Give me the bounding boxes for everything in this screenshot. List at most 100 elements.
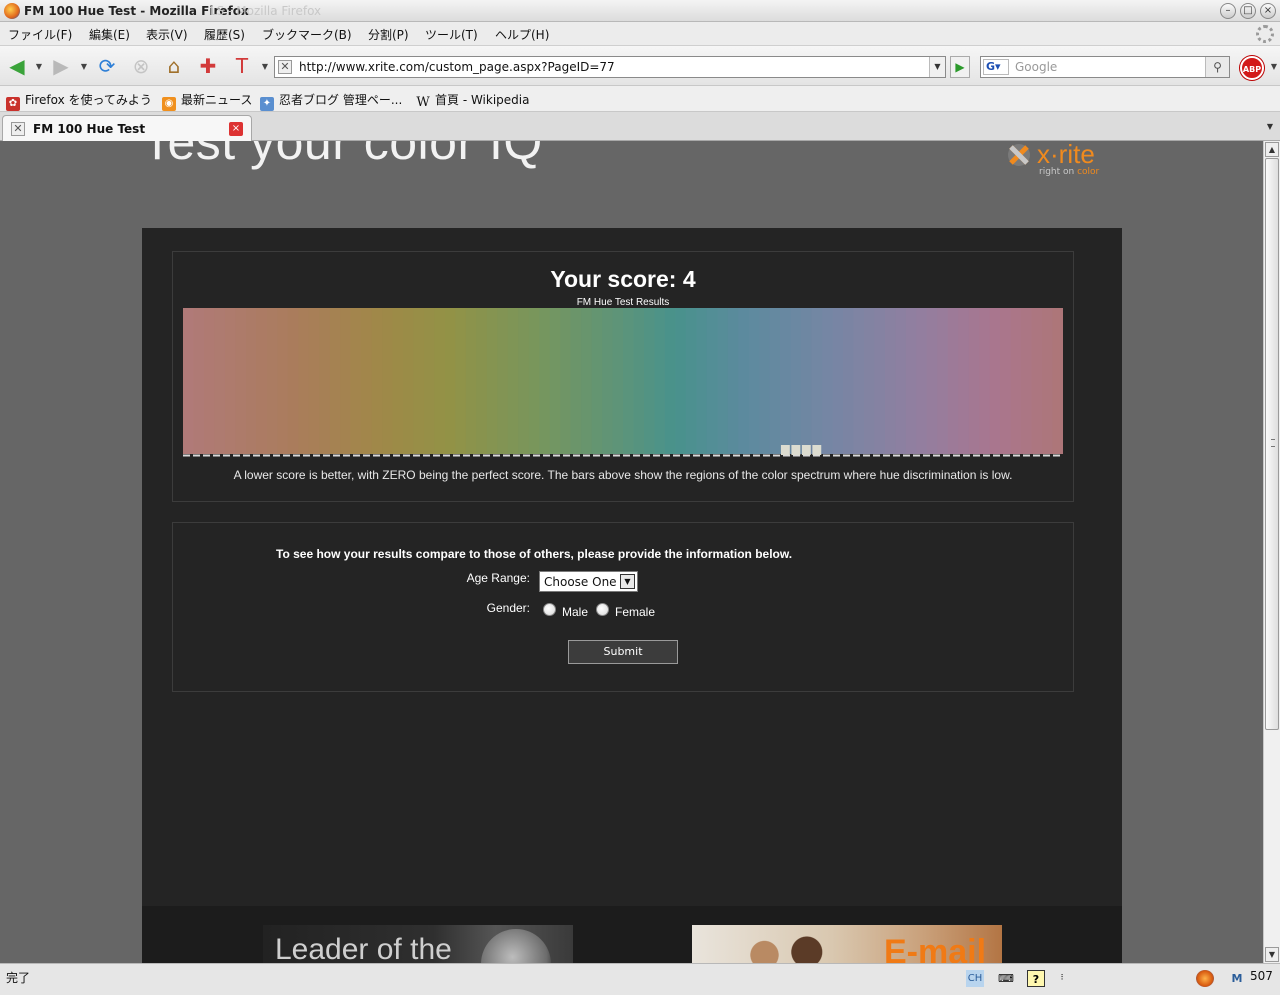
close-window-button[interactable]: × [1260, 3, 1276, 19]
url-bar[interactable]: ✕ http://www.xrite.com/custom_page.aspx?… [274, 56, 946, 78]
window-title-bar: FM 100 Hue Test - Mozilla Firefox LS - M… [0, 0, 1280, 22]
hue-cap-swatch [853, 308, 865, 454]
site-favicon-icon: ✕ [278, 60, 292, 74]
gender-label: Gender: [486, 601, 530, 615]
mail-count: 507 [1250, 969, 1273, 983]
bookmark-ninja-blog[interactable]: ✦ 忍者ブログ 管理ペー... [260, 91, 402, 111]
scroll-thumb[interactable] [1265, 158, 1279, 730]
email-ad-banner[interactable]: E-mail [692, 925, 1002, 963]
hue-spectrum-chart [183, 308, 1063, 457]
tab-bar: ✕ FM 100 Hue Test × ▼ [0, 112, 1280, 141]
forward-icon[interactable]: ▶ [48, 54, 74, 78]
hue-cap-swatch [193, 308, 205, 454]
hue-cap-swatch [298, 308, 310, 454]
menu-view[interactable]: 表示(V) [146, 26, 188, 43]
hue-cap-swatch [203, 308, 216, 454]
hue-cap-swatch [738, 308, 750, 454]
menu-bar: ファイル(F) 編集(E) 表示(V) 履歴(S) ブックマーク(B) 分割(P… [0, 22, 1280, 46]
mail-icon[interactable]: M [1228, 970, 1246, 987]
scroll-down-button[interactable]: ▼ [1265, 947, 1279, 962]
tab-fm-100-hue-test[interactable]: ✕ FM 100 Hue Test × [2, 115, 252, 141]
ime-options-icon[interactable]: ⁝ [1053, 970, 1071, 987]
hue-cap-swatch [759, 308, 771, 454]
hue-cap-swatch [287, 308, 299, 454]
xrite-logo[interactable]: x·rite right on color [1007, 141, 1107, 181]
url-history-dropdown[interactable]: ▼ [929, 57, 945, 77]
form-intro: To see how your results compare to those… [276, 547, 793, 561]
hue-cap-swatch [224, 308, 236, 454]
hue-cap-swatch [455, 308, 467, 454]
gender-female-label[interactable]: Female [615, 605, 655, 619]
hue-cap-swatch [832, 308, 844, 454]
bookmark-firefox-guide[interactable]: ✿ Firefox を使ってみよう [6, 91, 152, 111]
hue-cap-swatch [947, 308, 959, 454]
hue-cap-swatch [916, 308, 928, 454]
status-bar: 完了 CH ⌨ ? ⁝ M 507 [0, 963, 1280, 995]
hue-cap-swatch [1021, 308, 1033, 454]
firefox-bookmark-icon: ✿ [6, 97, 20, 111]
age-range-label: Age Range: [466, 571, 530, 585]
age-range-select[interactable]: Choose One ▼ [539, 571, 638, 592]
hue-cap-swatch [214, 308, 226, 454]
hue-cap-swatch [507, 308, 519, 454]
score-title: Your score: 4 [550, 266, 696, 292]
back-icon[interactable]: ◀ [4, 54, 30, 78]
hue-cap-swatch [319, 308, 331, 454]
ime-indicator[interactable]: CH [966, 970, 984, 987]
back-history-dropdown[interactable]: ▼ [34, 54, 44, 78]
adblock-plus-icon[interactable]: ABP [1240, 56, 1264, 80]
page-scrollbar[interactable]: ▲ ▼ [1263, 141, 1280, 963]
gender-male-label[interactable]: Male [562, 605, 588, 619]
firefox-status-icon[interactable] [1196, 970, 1214, 987]
hue-cap-swatch [476, 308, 488, 454]
keyboard-icon[interactable]: ⌨ [997, 970, 1015, 987]
help-icon[interactable]: ? [1027, 970, 1045, 987]
dictionary-icon[interactable]: ✚ [195, 54, 221, 78]
hue-cap-swatch [560, 308, 572, 454]
bookmark-wikipedia[interactable]: W 首頁 - Wikipedia [416, 91, 529, 110]
hue-cap-swatch [623, 308, 635, 454]
scroll-up-button[interactable]: ▲ [1265, 142, 1279, 157]
reload-icon[interactable]: ⟳ [94, 54, 120, 78]
hue-cap-swatch [581, 308, 593, 454]
bookmark-latest-news[interactable]: ◉ 最新ニュース [162, 91, 252, 111]
gender-female-radio[interactable] [596, 603, 609, 616]
submit-button[interactable]: Submit [568, 640, 678, 664]
menu-edit[interactable]: 編集(E) [89, 26, 130, 43]
status-text: 完了 [6, 971, 31, 985]
translate-icon[interactable]: T [229, 54, 255, 78]
maximize-button[interactable]: □ [1240, 3, 1256, 19]
search-magnifier-icon[interactable]: ⚲ [1205, 57, 1229, 77]
footer-ad-strip: Leader of the E-mail [142, 906, 1122, 963]
hue-cap-swatch [350, 308, 362, 454]
tab-close-icon[interactable]: × [229, 122, 243, 136]
url-text[interactable]: http://www.xrite.com/custom_page.aspx?Pa… [299, 60, 615, 74]
menu-help[interactable]: ヘルプ(H) [495, 26, 549, 43]
stop-icon[interactable]: ⊗ [128, 54, 154, 78]
hue-cap-swatch [518, 308, 530, 454]
email-ad-photo [742, 931, 832, 963]
menu-bookmarks[interactable]: ブックマーク(B) [262, 26, 352, 43]
search-bar[interactable]: G▾ Google ⚲ [980, 56, 1230, 78]
forward-history-dropdown[interactable]: ▼ [79, 54, 89, 78]
hue-cap-swatch [675, 308, 687, 454]
hue-cap-swatch [717, 308, 729, 454]
hue-cap-swatch [863, 308, 876, 454]
hue-error-bar [801, 445, 811, 455]
search-engine-icon[interactable]: G▾ [983, 59, 1009, 75]
minimize-button[interactable]: – [1220, 3, 1236, 19]
toolbar-dropdown[interactable]: ▼ [260, 54, 270, 78]
home-icon[interactable]: ⌂ [161, 54, 187, 78]
adblock-dropdown[interactable]: ▼ [1269, 54, 1279, 78]
menu-history[interactable]: 履歴(S) [204, 26, 245, 43]
go-button[interactable]: ▶ [950, 56, 970, 78]
menu-tools[interactable]: ツール(T) [425, 26, 478, 43]
menu-file[interactable]: ファイル(F) [8, 26, 72, 43]
hue-cap-swatch [654, 308, 666, 454]
tab-list-dropdown[interactable]: ▼ [1262, 118, 1278, 136]
gender-male-radio[interactable] [543, 603, 556, 616]
search-input[interactable]: Google [1015, 60, 1057, 74]
leader-ad-banner[interactable]: Leader of the [263, 925, 573, 963]
menu-split[interactable]: 分割(P) [368, 26, 409, 43]
wikipedia-icon: W [416, 95, 430, 110]
